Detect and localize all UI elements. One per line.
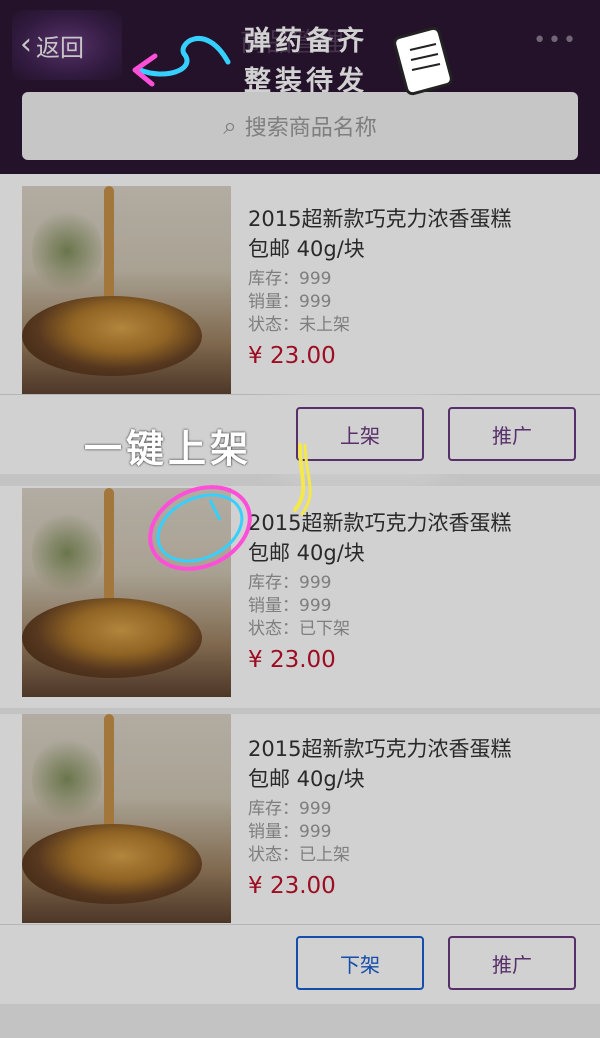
search-placeholder: 搜索商品名称 bbox=[244, 116, 377, 141]
product-card[interactable]: 2015超新款巧克力浓香蛋糕 包邮 40g/块 库存：999 销量：999 状态… bbox=[0, 486, 600, 708]
product-name: 2015超新款巧克力浓香蛋糕 bbox=[248, 511, 512, 535]
back-button[interactable]: ‹ 返回 bbox=[12, 10, 122, 80]
product-sales: 销量：999 bbox=[248, 292, 332, 312]
app-header: ‹ 返回 商品管理 ••• 弹药备齐 整装待发 ⌕ 搜索商品名称 bbox=[0, 0, 600, 174]
divider bbox=[0, 394, 600, 395]
product-spec: 包邮 40g/块 bbox=[248, 237, 365, 261]
product-status: 状态：已下架 bbox=[248, 619, 350, 639]
product-price: ¥ 23.00 bbox=[248, 873, 336, 899]
product-price: ¥ 23.00 bbox=[248, 343, 336, 369]
unlist-button[interactable]: 下架 bbox=[296, 936, 424, 990]
list-button[interactable]: 上架 bbox=[296, 407, 424, 461]
promote-button[interactable]: 推广 bbox=[448, 407, 576, 461]
search-icon: ⌕ bbox=[223, 112, 237, 140]
more-icon[interactable]: ••• bbox=[533, 28, 578, 53]
product-name: 2015超新款巧克力浓香蛋糕 bbox=[248, 737, 512, 761]
product-spec: 包邮 40g/块 bbox=[248, 541, 365, 565]
product-sales: 销量：999 bbox=[248, 822, 332, 842]
product-spec: 包邮 40g/块 bbox=[248, 767, 365, 791]
product-stock: 库存：999 bbox=[248, 573, 332, 593]
product-status: 状态：未上架 bbox=[248, 315, 350, 335]
product-card[interactable]: 2015超新款巧克力浓香蛋糕 包邮 40g/块 库存：999 销量：999 状态… bbox=[0, 714, 600, 1004]
chevron-left-icon: ‹ bbox=[20, 27, 32, 62]
product-image bbox=[22, 186, 231, 395]
product-sales: 销量：999 bbox=[248, 596, 332, 616]
product-status: 状态：已上架 bbox=[248, 845, 350, 865]
callout-label: 一键上架 bbox=[84, 427, 253, 471]
product-name: 2015超新款巧克力浓香蛋糕 bbox=[248, 207, 512, 231]
slogan: 弹药备齐 整装待发 bbox=[244, 22, 368, 102]
back-label: 返回 bbox=[36, 33, 84, 62]
product-stock: 库存：999 bbox=[248, 269, 332, 289]
search-input[interactable]: ⌕ 搜索商品名称 bbox=[22, 92, 578, 160]
product-image bbox=[22, 714, 231, 923]
divider bbox=[0, 924, 600, 925]
promote-button[interactable]: 推广 bbox=[448, 936, 576, 990]
product-stock: 库存：999 bbox=[248, 799, 332, 819]
product-price: ¥ 23.00 bbox=[248, 647, 336, 673]
slogan-line-1: 弹药备齐 bbox=[244, 26, 368, 57]
product-image bbox=[22, 488, 231, 697]
